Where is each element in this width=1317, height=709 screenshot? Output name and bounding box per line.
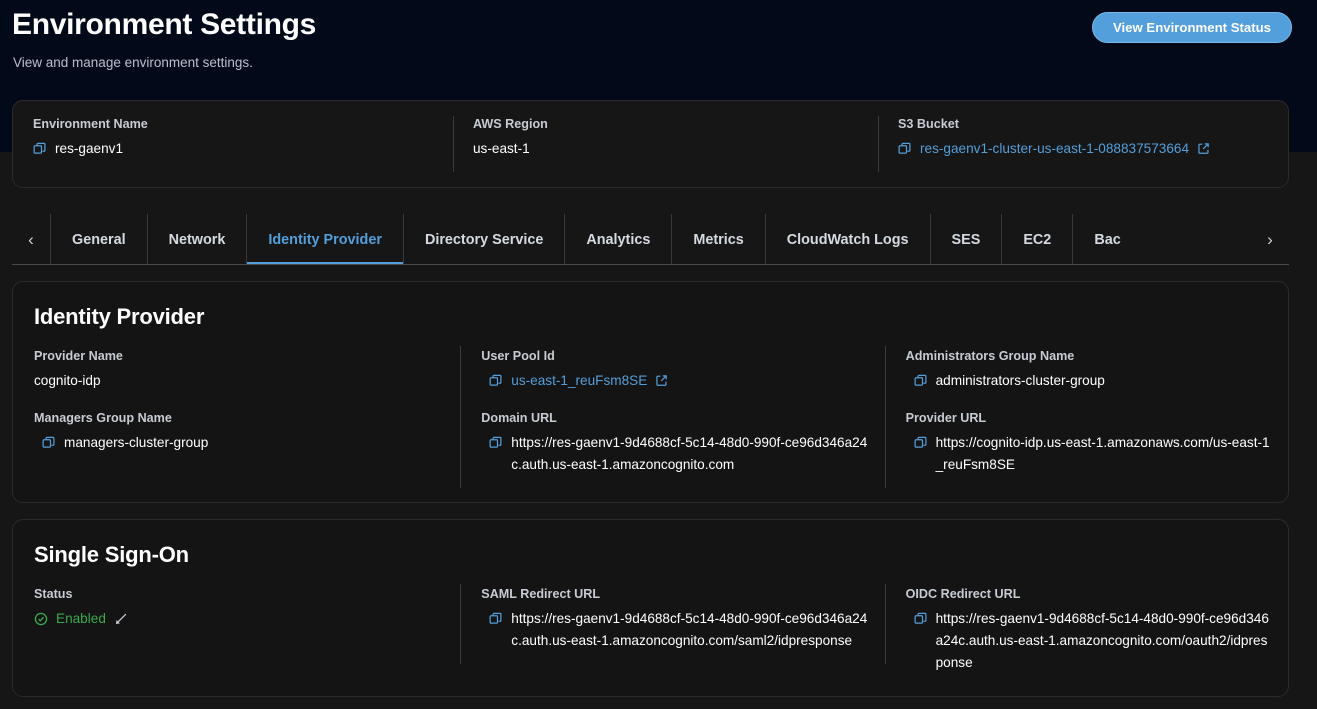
field-value: res-gaenv1 (33, 138, 443, 160)
field-administrators-group-name: Administrators Group Name administrators… (885, 348, 1288, 392)
tab-ses[interactable]: SES (930, 214, 1002, 265)
field-value-text: https://cognito-idp.us-east-1.amazonaws.… (936, 432, 1274, 476)
section-title-identity-provider: Identity Provider (13, 282, 1288, 330)
copy-icon[interactable] (914, 612, 928, 626)
field-label: AWS Region (473, 116, 868, 133)
field-label: Managers Group Name (34, 410, 446, 427)
tab-network[interactable]: Network (147, 214, 247, 265)
field-value-text: https://res-gaenv1-9d4688cf-5c14-48d0-99… (511, 608, 870, 652)
summary-field-s3-bucket: S3 Bucket res-gaenv1-cluster-us-east-1-0… (878, 116, 1288, 172)
external-link-icon[interactable] (655, 374, 668, 387)
tab-cloudwatch-logs[interactable]: CloudWatch Logs (765, 214, 930, 265)
copy-icon[interactable] (489, 612, 503, 626)
copy-icon[interactable] (42, 436, 56, 450)
summary-field-aws-region: AWS Region us-east-1 (453, 116, 878, 172)
view-environment-status-button[interactable]: View Environment Status (1092, 12, 1292, 43)
field-value-text: managers-cluster-group (64, 432, 208, 454)
field-value-text: https://res-gaenv1-9d4688cf-5c14-48d0-99… (511, 432, 870, 476)
field-value: cognito-idp (34, 370, 446, 392)
field-value: administrators-cluster-group (906, 370, 1274, 392)
sso-status-text: Enabled (56, 608, 106, 630)
tab-backup[interactable]: Bac (1072, 214, 1141, 265)
field-provider-url: Provider URL https://cognito-idp.us-east… (885, 410, 1288, 476)
field-label: SAML Redirect URL (481, 586, 870, 603)
field-saml-redirect-url: SAML Redirect URL https://res-gaenv1-9d4… (460, 586, 884, 674)
field-label: Domain URL (481, 410, 870, 427)
tab-metrics[interactable]: Metrics (671, 214, 764, 265)
field-user-pool-id: User Pool Id us-east-1_reuFsm8SE (460, 348, 884, 392)
field-label: Provider Name (34, 348, 446, 365)
environment-summary-card: Environment Name res-gaenv1 AWS Region u… (12, 100, 1289, 188)
copy-icon[interactable] (898, 142, 912, 156)
settings-tab-bar: ‹ General Network Identity Provider Dire… (12, 214, 1289, 265)
tab-directory-service[interactable]: Directory Service (403, 214, 564, 265)
identity-provider-card: Identity Provider Provider Name cognito-… (12, 281, 1289, 503)
field-value-text: res-gaenv1 (55, 138, 123, 160)
field-value: Enabled (34, 608, 446, 630)
tab-identity-provider[interactable]: Identity Provider (246, 214, 403, 265)
copy-icon[interactable] (33, 142, 47, 156)
field-value: https://cognito-idp.us-east-1.amazonaws.… (906, 432, 1274, 476)
section-title-single-sign-on: Single Sign-On (13, 520, 1288, 568)
field-sso-status: Status Enabled (13, 586, 460, 674)
tab-analytics[interactable]: Analytics (564, 214, 671, 265)
field-label: OIDC Redirect URL (906, 586, 1274, 603)
copy-icon[interactable] (914, 436, 928, 450)
field-value: managers-cluster-group (34, 432, 446, 454)
field-value: res-gaenv1-cluster-us-east-1-08883757366… (898, 138, 1278, 160)
idp-row-1: Provider Name cognito-idp User Pool Id u… (13, 348, 1288, 392)
sso-row-1: Status Enabled SAML Redirect (13, 586, 1288, 674)
page-subtitle: View and manage environment settings. (13, 54, 253, 72)
field-label: Provider URL (906, 410, 1274, 427)
field-value: https://res-gaenv1-9d4688cf-5c14-48d0-99… (906, 608, 1274, 674)
field-value-text: administrators-cluster-group (936, 370, 1105, 392)
external-link-icon[interactable] (1197, 142, 1210, 155)
s3-bucket-link[interactable]: res-gaenv1-cluster-us-east-1-08883757366… (920, 138, 1189, 160)
field-value-text: us-east-1 (473, 138, 530, 160)
field-provider-name: Provider Name cognito-idp (13, 348, 460, 392)
field-label: Administrators Group Name (906, 348, 1274, 365)
field-value: https://res-gaenv1-9d4688cf-5c14-48d0-99… (481, 432, 870, 476)
single-sign-on-card: Single Sign-On Status Enabled (12, 519, 1289, 697)
field-value-text: cognito-idp (34, 370, 101, 392)
tabs-scroll-container: General Network Identity Provider Direct… (50, 214, 1251, 265)
field-label: S3 Bucket (898, 116, 1278, 133)
user-pool-id-link[interactable]: us-east-1_reuFsm8SE (511, 370, 647, 392)
idp-row-2: Managers Group Name managers-cluster-gro… (13, 410, 1288, 476)
field-domain-url: Domain URL https://res-gaenv1-9d4688cf-5… (460, 410, 884, 476)
copy-icon[interactable] (489, 436, 503, 450)
field-managers-group-name: Managers Group Name managers-cluster-gro… (13, 410, 460, 476)
summary-field-environment-name: Environment Name res-gaenv1 (13, 116, 453, 172)
field-value: us-east-1_reuFsm8SE (481, 370, 870, 392)
copy-icon[interactable] (489, 374, 503, 388)
tab-ec2[interactable]: EC2 (1001, 214, 1072, 265)
field-label: User Pool Id (481, 348, 870, 365)
tabs-scroll-right-icon[interactable]: › (1251, 214, 1289, 265)
field-label: Environment Name (33, 116, 443, 133)
pencil-icon[interactable] (114, 611, 129, 626)
tabs-scroll-left-icon[interactable]: ‹ (12, 214, 50, 265)
copy-icon[interactable] (914, 374, 928, 388)
field-value: us-east-1 (473, 138, 868, 160)
check-circle-icon (34, 612, 48, 626)
field-oidc-redirect-url: OIDC Redirect URL https://res-gaenv1-9d4… (885, 586, 1288, 674)
field-value: https://res-gaenv1-9d4688cf-5c14-48d0-99… (481, 608, 870, 652)
page-title: Environment Settings (12, 7, 316, 43)
field-label: Status (34, 586, 446, 603)
field-value-text: https://res-gaenv1-9d4688cf-5c14-48d0-99… (936, 608, 1274, 674)
tab-general[interactable]: General (50, 214, 147, 265)
